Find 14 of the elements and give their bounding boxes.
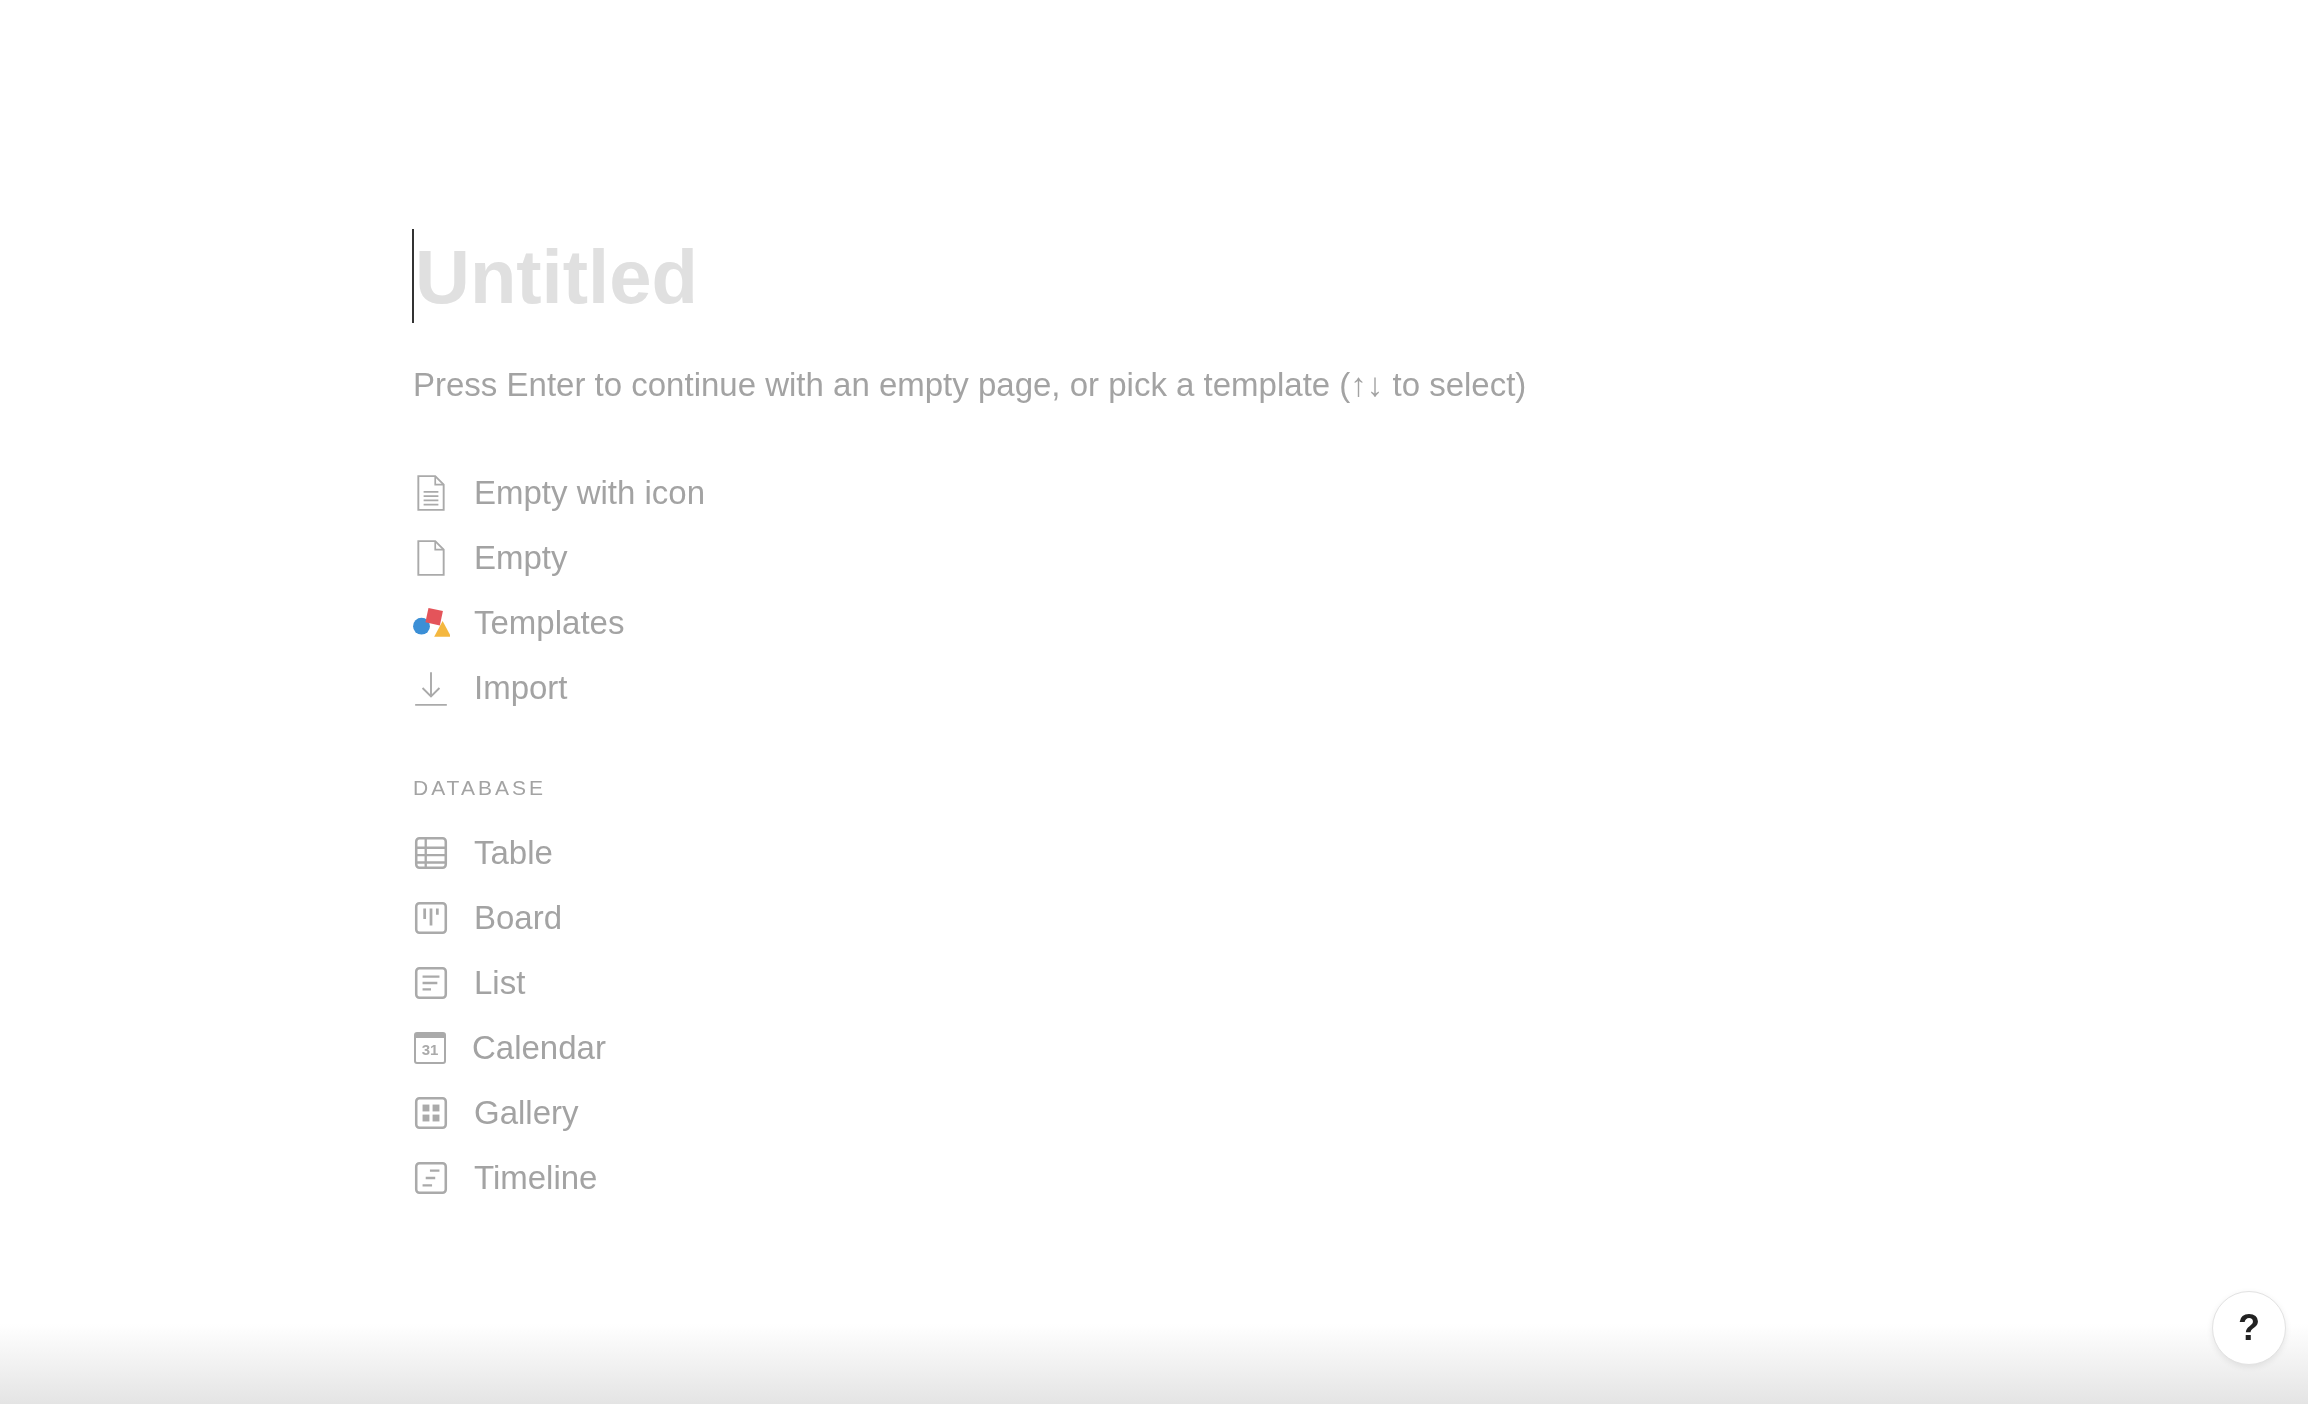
database-option[interactable]: 31 Calendar [412,1015,614,1080]
database-option[interactable]: Table [412,820,561,885]
calendar-icon: 31 [414,1031,446,1064]
hint-text: Press Enter to continue with an empty page, or pick a template (↑↓ to select) [413,366,1528,404]
database-option[interactable]: Board [412,885,571,950]
template-option[interactable]: Templates [412,590,633,655]
section-heading: DATABASE [413,776,546,800]
help-button[interactable]: ? [2212,1291,2286,1365]
database-option[interactable]: Gallery [412,1080,587,1145]
database-option[interactable]: Timeline [412,1145,606,1210]
template-option[interactable]: Import [412,655,576,720]
template-option[interactable]: Empty with icon [412,460,714,525]
template-option[interactable]: Empty [412,525,576,590]
database-option[interactable]: List [412,950,534,1015]
